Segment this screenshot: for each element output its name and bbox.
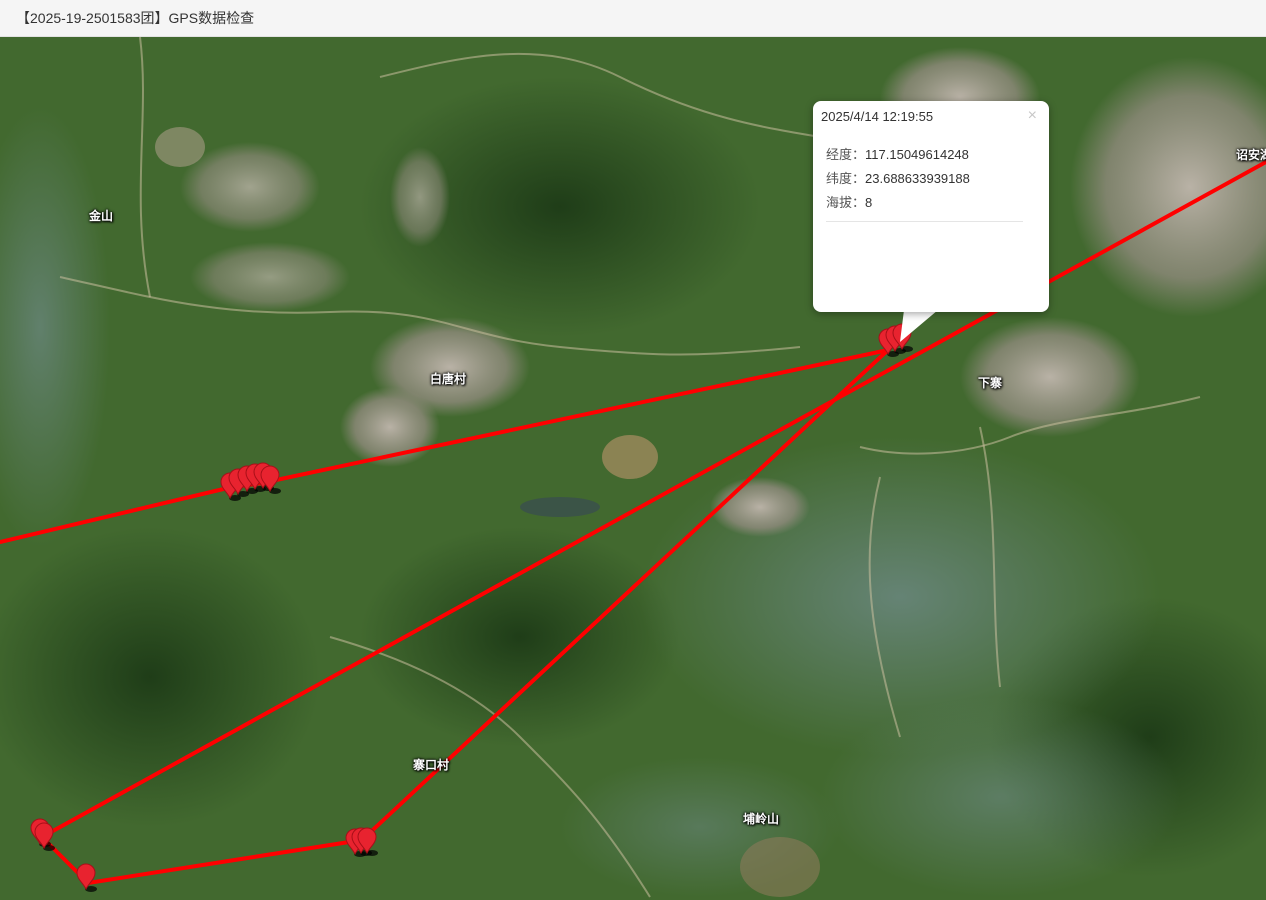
longitude-label: 经度： [826, 147, 866, 162]
gps-point-popup: 2025/4/14 12:19:55 × 经度：117.15049614248 … [813, 101, 1049, 312]
close-icon[interactable]: × [1028, 107, 1037, 125]
popup-longitude-row: 经度：117.15049614248 [826, 144, 969, 163]
place-label-zhaoanhu: 诏安湖 [1236, 148, 1266, 162]
altitude-label: 海拔： [826, 195, 866, 210]
place-label-xiazhai: 下寨 [978, 376, 1003, 390]
popup-latitude-row: 纬度：23.688633939188 [826, 168, 970, 187]
popup-timestamp: 2025/4/14 12:19:55 [821, 109, 934, 124]
page-title: 【2025-19-2501583团】GPS数据检查 [16, 10, 255, 26]
popup-altitude-row: 海拔：8 [826, 192, 872, 211]
title-bar: 【2025-19-2501583团】GPS数据检查 [0, 0, 1266, 37]
popup-pointer [900, 310, 938, 342]
satellite-map[interactable]: 金山 白唐村 下寨 诏安湖 寨口村 埔岭山 [0, 37, 1266, 900]
place-label-jinshan: 金山 [89, 209, 114, 223]
latitude-label: 纬度： [826, 171, 866, 186]
map-canvas[interactable] [0, 37, 1266, 900]
place-label-baitangcun: 白唐村 [430, 372, 467, 386]
altitude-value: 8 [865, 195, 873, 210]
place-label-zhaikoucun: 寨口村 [413, 758, 450, 772]
popup-divider [826, 221, 1023, 222]
longitude-value: 117.15049614248 [865, 147, 969, 162]
place-label-bulingshan: 埔岭山 [743, 812, 780, 826]
latitude-value: 23.688633939188 [865, 171, 970, 186]
